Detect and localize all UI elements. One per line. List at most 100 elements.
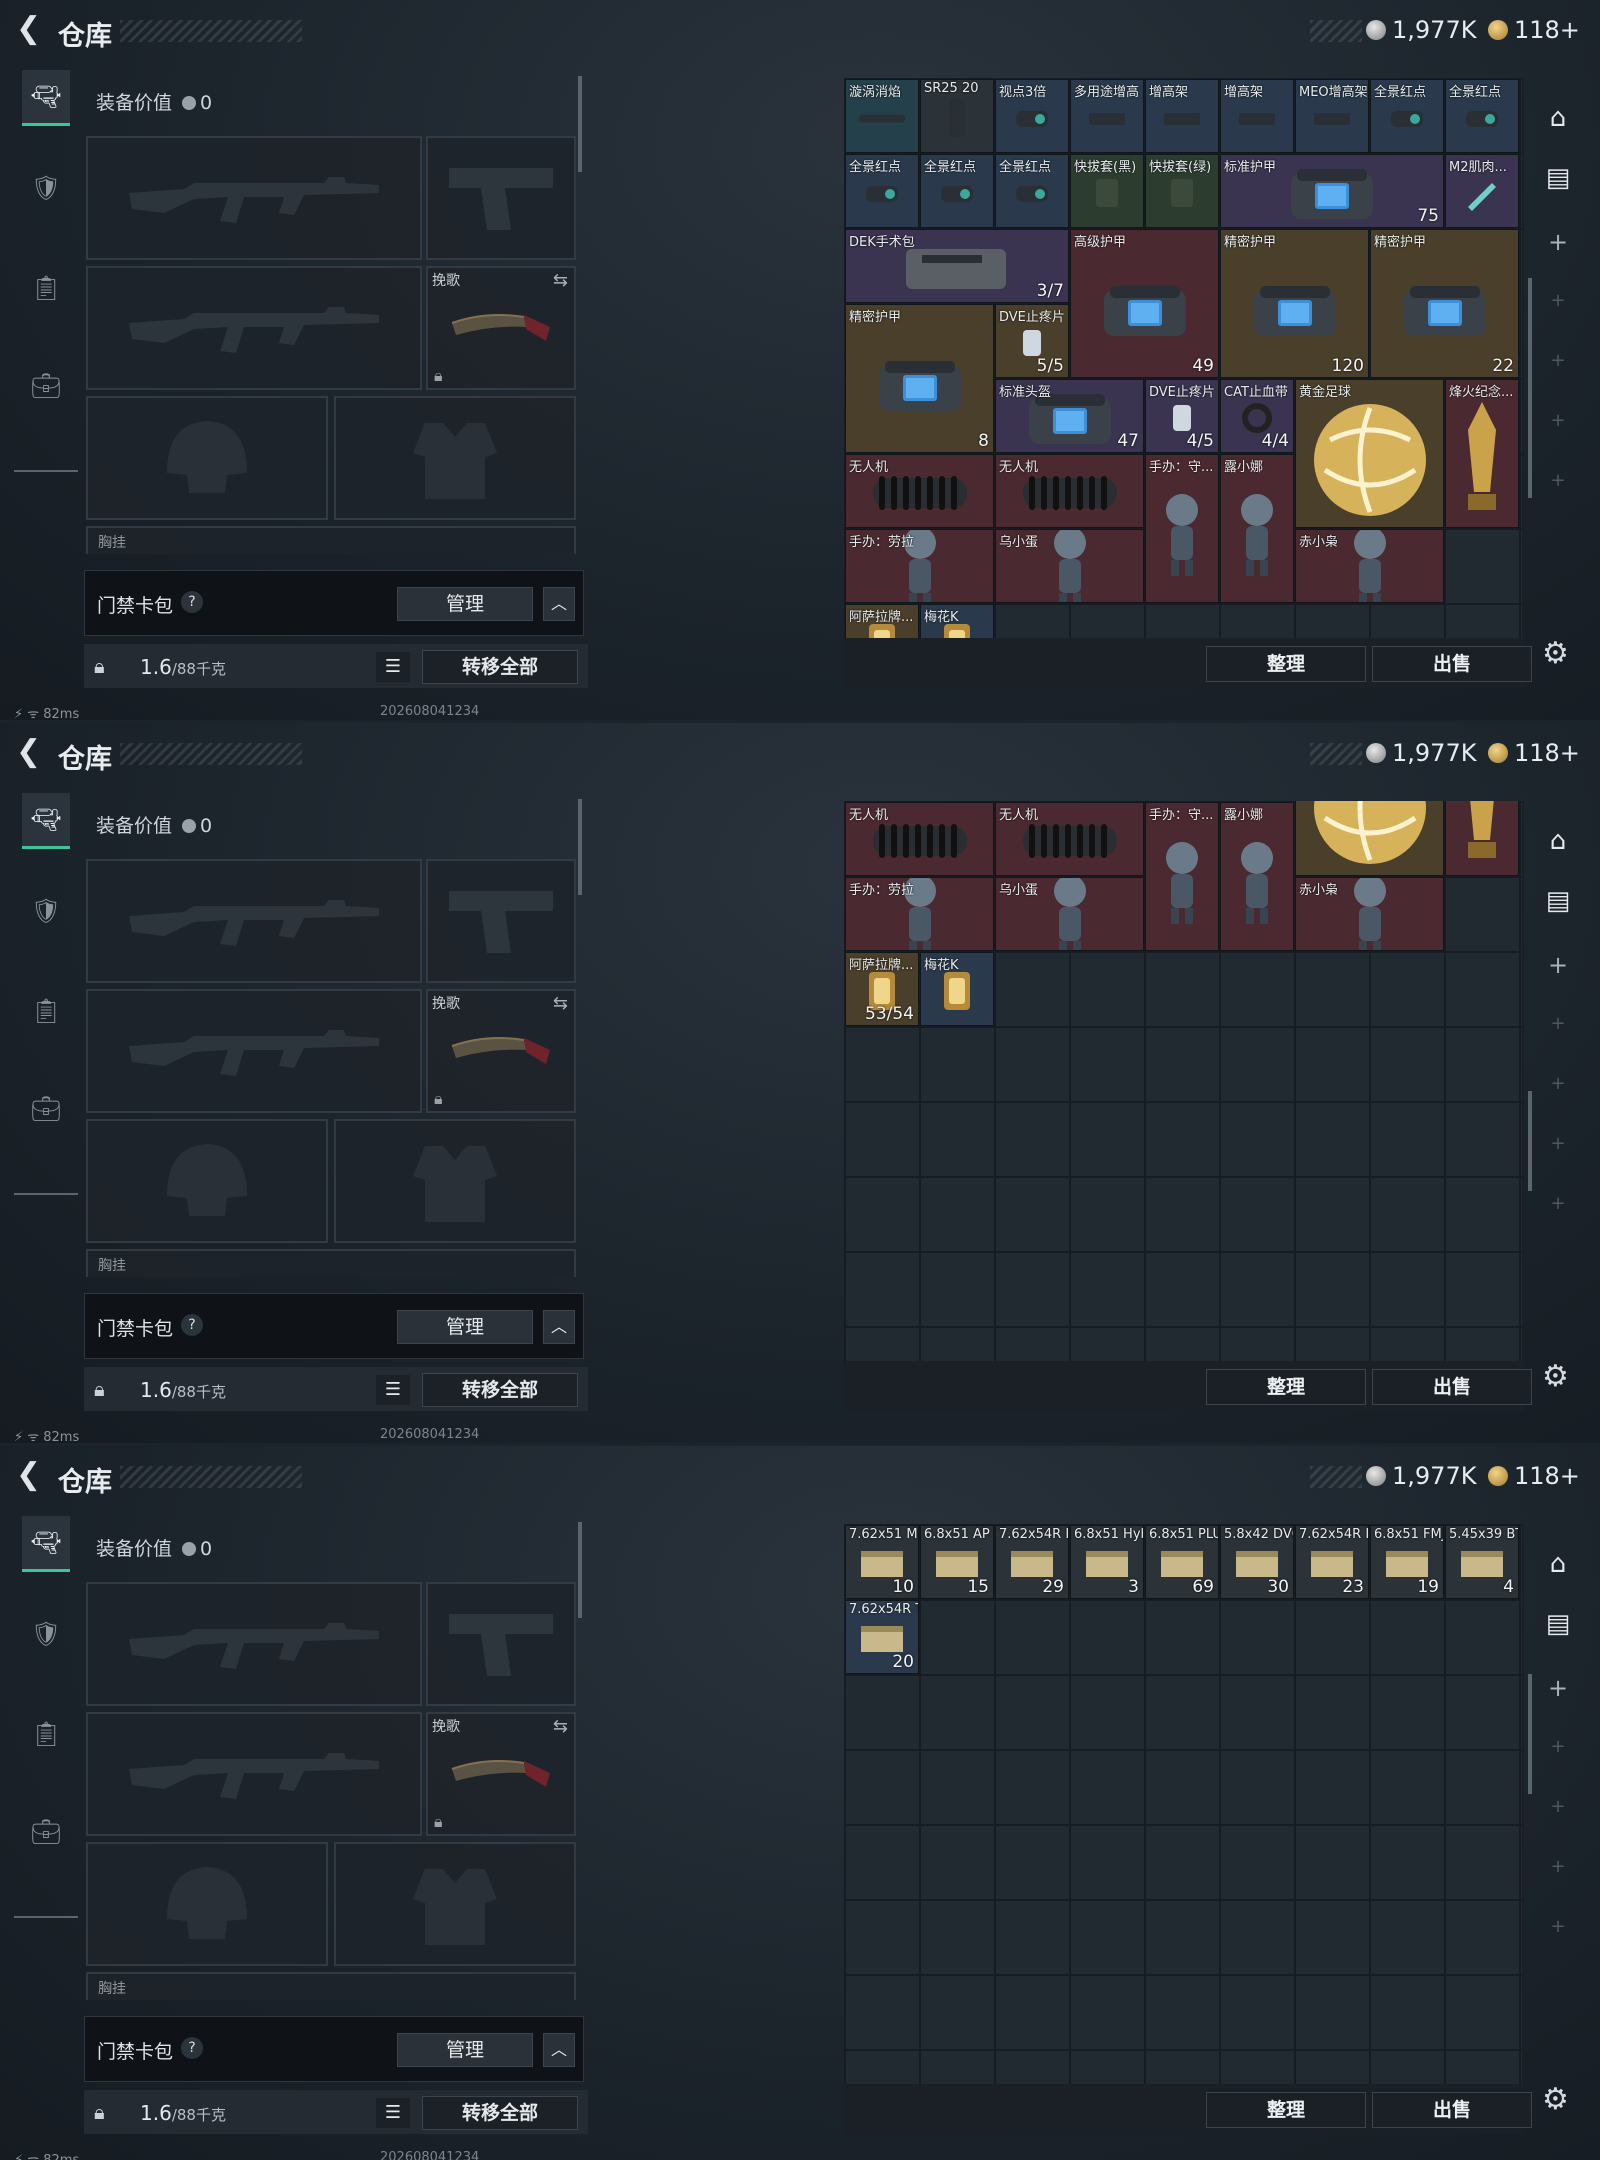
stash-item[interactable]: 7.62x54R LPS 23 [1295,1525,1369,1599]
transfer-all-button[interactable]: 转移全部 [422,1373,578,1407]
stash-item[interactable]: 黄金足球 [1295,379,1444,528]
help-icon[interactable]: ? [181,2037,203,2059]
stash-item[interactable]: 6.8x51 PLUS 69 [1145,1525,1219,1599]
gold-balance[interactable]: 118+ [1514,1462,1580,1490]
melee-slot[interactable]: 挽歌 ⇆ 🔒︎ [426,1712,576,1836]
add-page-icon[interactable]: + [1538,1183,1578,1223]
stash-item[interactable]: 手办：劳拉 [845,877,994,951]
stash-item[interactable]: 多用途增高 [1070,79,1144,153]
list-view-icon[interactable]: ☰ [376,2098,410,2128]
stash-grid[interactable]: 无人机 无人机 手办：守... 露小娜 手办：劳拉 乌小蛋 赤小枭 阿萨拉牌... 53/54 梅… [844,801,1522,1361]
add-page-icon[interactable]: + [1538,1906,1578,1946]
stash-item[interactable]: 烽火纪念... [1445,379,1519,528]
stash-item[interactable]: CAT止血带 4/4 [1220,379,1294,453]
stash-item[interactable]: 6.8x51 AP 15 [920,1525,994,1599]
add-page-icon[interactable]: + [1538,1846,1578,1886]
primary-weapon-slot[interactable] [86,136,422,260]
stash-item[interactable]: 6.8x51 FMJ 19 [1370,1525,1444,1599]
add-page-icon[interactable]: + [1538,1668,1578,1708]
sidearm-slot[interactable] [426,859,576,983]
stash-page-icon[interactable]: ▤ [1538,881,1578,921]
stash-item[interactable]: 手办：劳拉 [845,529,994,603]
equipment-scrollbar[interactable] [578,799,582,895]
sidearm-slot[interactable] [426,136,576,260]
stash-item[interactable]: 手办：守... [1145,454,1219,603]
stash-item[interactable]: MEO增高架 [1295,79,1369,153]
stash-item[interactable]: 全景红点 [920,154,994,228]
stash-page-icon[interactable]: ▤ [1538,1604,1578,1644]
add-page-icon[interactable]: + [1538,400,1578,440]
helmet-slot[interactable] [86,1119,328,1243]
stash-item[interactable]: 精密护甲 120 [1220,229,1369,378]
stash-item[interactable]: 5.45x39 BT 4 [1445,1525,1519,1599]
chest-rig-slot[interactable]: 胸挂 [86,526,576,554]
stash-item[interactable]: DVE止疼片 5/5 [995,304,1069,378]
stash-item[interactable]: 乌小蛋 [995,529,1144,603]
stash-item[interactable]: 增高架 [1145,79,1219,153]
tab-armor[interactable]: 🛡︎ [22,883,70,939]
sell-button[interactable]: 出售 [1372,1369,1532,1405]
list-view-icon[interactable]: ☰ [376,1375,410,1405]
stash-item[interactable]: 7.62x54R T46M 20 [845,1600,919,1674]
sell-button[interactable]: 出售 [1372,646,1532,682]
collapse-chevron-icon[interactable]: ︿ [543,2033,575,2067]
help-icon[interactable]: ? [181,1314,203,1336]
sell-button[interactable]: 出售 [1372,2092,1532,2128]
tab-rig[interactable]: 📋︎ [22,1706,70,1762]
stash-item[interactable]: 阿萨拉牌... 53/54 [845,952,919,1026]
sort-button[interactable]: 整理 [1206,2092,1366,2128]
add-page-icon[interactable]: + [1538,1123,1578,1163]
transfer-all-button[interactable]: 转移全部 [422,650,578,684]
melee-slot[interactable]: 挽歌 ⇆ 🔒︎ [426,266,576,390]
stash-item[interactable]: 无人机 [995,802,1144,876]
lock-icon[interactable]: 🔒︎ [94,2100,105,2124]
collapse-chevron-icon[interactable]: ︿ [543,587,575,621]
secondary-weapon-slot[interactable] [86,266,422,390]
tab-weapons[interactable]: 🔫︎ [22,793,70,849]
stash-item[interactable]: 阿萨拉牌... [845,604,919,638]
stash-item[interactable]: 露小娜 [1220,802,1294,951]
add-page-icon[interactable]: + [1538,460,1578,500]
add-page-icon[interactable]: + [1538,1786,1578,1826]
add-page-icon[interactable]: + [1538,1726,1578,1766]
tab-rig[interactable]: 📋︎ [22,260,70,316]
equipment-scrollbar[interactable] [578,76,582,172]
stash-item[interactable]: 漩涡消焰 [845,79,919,153]
back-arrow-icon[interactable]: ❮ [16,1460,46,1492]
tab-weapons[interactable]: 🔫︎ [22,70,70,126]
tab-backpack[interactable]: 💼︎ [22,1081,70,1137]
stash-item[interactable]: 全景红点 [1370,79,1444,153]
stash-item[interactable]: 标准头盔 47 [995,379,1144,453]
stash-item[interactable]: 赤小枭 [1295,529,1444,603]
add-page-icon[interactable]: + [1538,1003,1578,1043]
stash-item[interactable]: 手办：守... [1145,802,1219,951]
add-page-icon[interactable]: + [1538,1063,1578,1103]
stash-item[interactable]: 快拔套(黑) [1070,154,1144,228]
stash-item[interactable]: 全景红点 [845,154,919,228]
help-icon[interactable]: ? [181,591,203,613]
chest-rig-slot[interactable]: 胸挂 [86,1249,576,1277]
stash-grid[interactable]: 漩涡消焰 SR25 20 视点3倍 多用途增高 增高架 增高架 MEO增高架 全景红点 全景红点… [844,78,1522,638]
stash-item[interactable]: 无人机 [995,454,1144,528]
settings-gear-icon[interactable]: ⚙ [1542,2082,1569,2117]
stash-item[interactable]: 标准护甲 75 [1220,154,1444,228]
helmet-slot[interactable] [86,396,328,520]
manage-button[interactable]: 管理 [397,2033,533,2067]
sidearm-slot[interactable] [426,1582,576,1706]
add-page-icon[interactable]: + [1538,222,1578,262]
back-arrow-icon[interactable]: ❮ [16,737,46,769]
tab-armor[interactable]: 🛡︎ [22,1606,70,1662]
back-arrow-icon[interactable]: ❮ [16,14,46,46]
manage-button[interactable]: 管理 [397,587,533,621]
settings-gear-icon[interactable]: ⚙ [1542,636,1569,671]
stash-item[interactable] [1295,801,1444,876]
lock-icon[interactable]: 🔒︎ [94,654,105,678]
stash-item[interactable]: 无人机 [845,454,994,528]
stash-item[interactable]: 7.62x51 M80 10 [845,1525,919,1599]
chest-rig-slot[interactable]: 胸挂 [86,1972,576,2000]
stash-item[interactable]: 精密护甲 8 [845,304,994,453]
body-armor-slot[interactable] [334,396,576,520]
stash-item[interactable]: 无人机 [845,802,994,876]
tab-armor[interactable]: 🛡︎ [22,160,70,216]
stash-home-icon[interactable]: ⌂ [1538,821,1578,861]
